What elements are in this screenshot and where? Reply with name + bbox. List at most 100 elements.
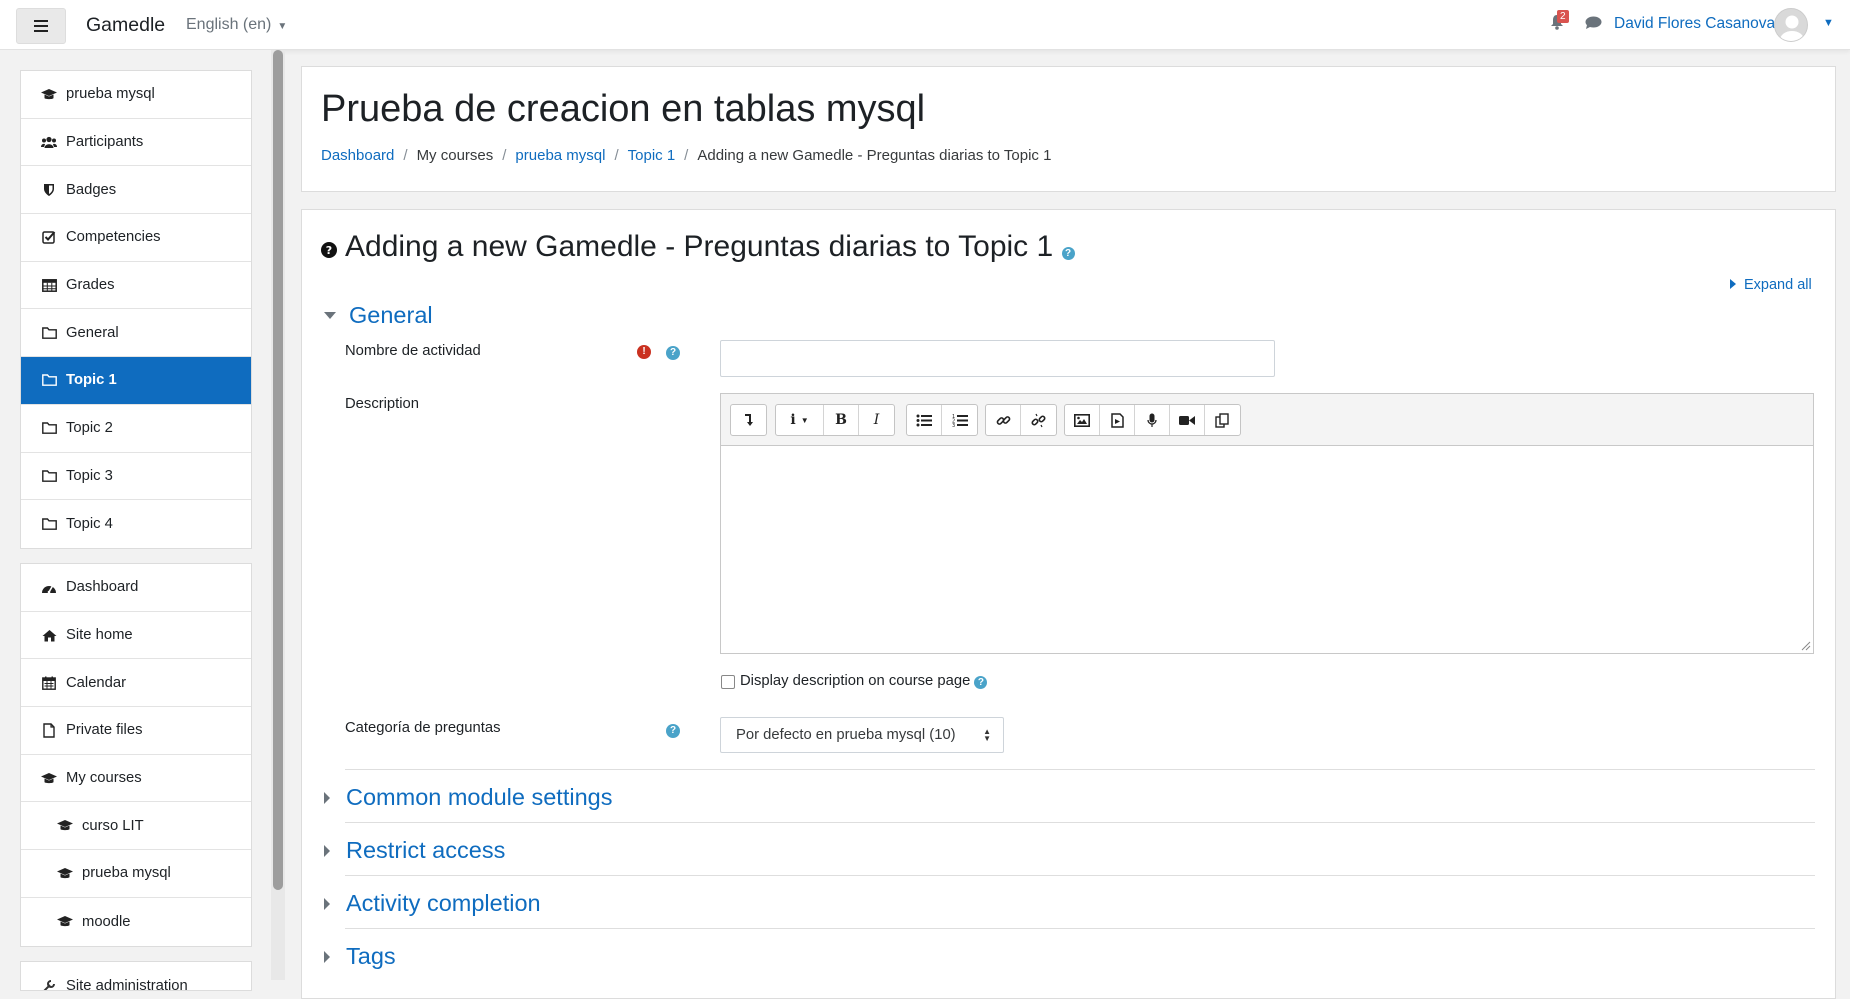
section-divider bbox=[345, 769, 1815, 770]
folder-icon bbox=[41, 468, 57, 484]
category-select[interactable]: Por defecto en prueba mysql (10) ▲ ▼ bbox=[720, 717, 1004, 753]
sidebar-item-label: prueba mysql bbox=[82, 865, 171, 882]
sidebar-item-competencies[interactable]: Competencies bbox=[21, 214, 251, 262]
section-restrict-access-toggle[interactable]: Restrict access bbox=[324, 837, 505, 864]
sidebar-item-moodle[interactable]: moodle bbox=[21, 898, 251, 946]
expand-all-link[interactable]: Expand all bbox=[1730, 277, 1812, 293]
unlink-icon bbox=[1031, 413, 1046, 427]
sidebar-item-calendar[interactable]: Calendar bbox=[21, 659, 251, 708]
chevron-down-icon: ▼ bbox=[800, 415, 809, 425]
sidebar-item-label: Competencies bbox=[66, 229, 161, 246]
user-name-link[interactable]: David Flores Casanova bbox=[1614, 15, 1775, 33]
language-menu[interactable]: English (en) ▼ bbox=[186, 16, 287, 34]
editor-toolbar: i ▼ B I 123 bbox=[721, 394, 1813, 446]
admin-nav-block: Site administration bbox=[20, 961, 252, 991]
sidebar-item-badges[interactable]: Badges bbox=[21, 166, 251, 215]
sidebar-item-grades[interactable]: Grades bbox=[21, 262, 251, 310]
sidebar-item-topic-1[interactable]: Topic 1 bbox=[21, 357, 251, 405]
section-common-module-settings-toggle[interactable]: Common module settings bbox=[324, 784, 612, 811]
sidebar-item-label: Badges bbox=[66, 181, 117, 198]
sidebar-item-private-files[interactable]: Private files bbox=[21, 707, 251, 755]
display-description-checkbox[interactable] bbox=[721, 675, 735, 689]
activity-name-input[interactable] bbox=[720, 340, 1275, 377]
form-heading-text: Adding a new Gamedle - Preguntas diarias… bbox=[345, 230, 1054, 263]
breadcrumb-my-courses: My courses bbox=[416, 147, 494, 164]
svg-text:3: 3 bbox=[952, 423, 955, 427]
breadcrumb-separator: / bbox=[403, 147, 408, 164]
sidebar-item-topic-3[interactable]: Topic 3 bbox=[21, 453, 251, 501]
section-title: General bbox=[349, 302, 433, 328]
sidebar-item-prueba-mysql[interactable]: prueba mysql bbox=[21, 71, 251, 119]
link-icon bbox=[996, 415, 1010, 425]
sidebar-item-prueba-mysql[interactable]: prueba mysql bbox=[21, 850, 251, 898]
toolbar-group-media bbox=[1064, 404, 1241, 436]
sidebar-item-label: Dashboard bbox=[66, 579, 139, 596]
section-divider bbox=[345, 928, 1815, 929]
insert-image-button[interactable] bbox=[1065, 405, 1100, 435]
unlink-button[interactable] bbox=[1021, 405, 1056, 435]
section-activity-completion-toggle[interactable]: Activity completion bbox=[324, 890, 541, 917]
manage-files-button[interactable] bbox=[1205, 405, 1240, 435]
chat-icon[interactable] bbox=[1585, 16, 1602, 30]
expand-all-label: Expand all bbox=[1744, 277, 1812, 293]
sidebar-item-label: Topic 2 bbox=[66, 420, 113, 437]
sidebar-item-label: prueba mysql bbox=[66, 86, 155, 103]
sidebar-item-topic-4[interactable]: Topic 4 bbox=[21, 500, 251, 548]
bold-icon: B bbox=[835, 412, 847, 428]
sidebar-item-site-administration[interactable]: Site administration bbox=[21, 962, 251, 990]
caret-right-icon bbox=[324, 897, 330, 910]
sidebar-item-my-courses[interactable]: My courses bbox=[21, 755, 251, 803]
sidebar-item-label: Participants bbox=[66, 134, 144, 151]
top-navbar: Gamedle English (en) ▼ 2 David Flores Cas… bbox=[0, 0, 1850, 50]
editor-content-area[interactable] bbox=[721, 447, 1813, 653]
graduation-cap-icon bbox=[41, 770, 57, 786]
hamburger-menu-button[interactable] bbox=[16, 8, 66, 44]
breadcrumb-dashboard[interactable]: Dashboard bbox=[321, 147, 394, 164]
ordered-list-button[interactable]: 123 bbox=[942, 405, 977, 435]
section-general-toggle[interactable]: General bbox=[324, 302, 433, 329]
italic-button[interactable]: I bbox=[859, 405, 894, 435]
svg-text:?: ? bbox=[326, 244, 332, 257]
sidebar-scrollbar-thumb[interactable] bbox=[273, 50, 283, 890]
breadcrumb-topic[interactable]: Topic 1 bbox=[628, 147, 676, 164]
user-menu-chevron-icon[interactable]: ▼ bbox=[1823, 17, 1834, 29]
toolbar-toggle-button[interactable] bbox=[731, 405, 766, 435]
question-circle-icon: ? bbox=[321, 242, 337, 258]
description-label: Description bbox=[345, 396, 420, 412]
sidebar-item-site-home[interactable]: Site home bbox=[21, 612, 251, 660]
link-button[interactable] bbox=[986, 405, 1021, 435]
graduation-cap-icon bbox=[57, 914, 73, 930]
sidebar-item-curso-lit[interactable]: curso LIT bbox=[21, 802, 251, 851]
caret-right-icon bbox=[324, 791, 330, 804]
image-icon bbox=[1074, 413, 1090, 427]
sidebar-item-dashboard[interactable]: Dashboard bbox=[21, 564, 251, 612]
users-icon bbox=[41, 134, 57, 150]
insert-media-button[interactable] bbox=[1100, 405, 1135, 435]
site-brand[interactable]: Gamedle bbox=[86, 14, 165, 37]
page-title: Prueba de creacion en tablas mysql bbox=[321, 88, 926, 130]
avatar[interactable] bbox=[1774, 8, 1808, 42]
help-icon[interactable]: ? bbox=[1061, 247, 1075, 260]
section-title: Common module settings bbox=[346, 784, 613, 810]
paragraph-styles-button[interactable]: i ▼ bbox=[776, 405, 824, 435]
home-icon bbox=[41, 627, 57, 643]
section-divider bbox=[345, 822, 1815, 823]
help-icon[interactable]: ? bbox=[666, 724, 680, 738]
help-icon[interactable]: ? bbox=[666, 346, 680, 360]
bold-button[interactable]: B bbox=[824, 405, 859, 435]
sidebar-item-label: moodle bbox=[82, 913, 131, 930]
sidebar-item-participants[interactable]: Participants bbox=[21, 119, 251, 167]
sidebar-item-label: My courses bbox=[66, 770, 142, 787]
breadcrumb-course[interactable]: prueba mysql bbox=[515, 147, 605, 164]
unordered-list-button[interactable] bbox=[907, 405, 942, 435]
record-video-button[interactable] bbox=[1170, 405, 1205, 435]
record-audio-button[interactable] bbox=[1135, 405, 1170, 435]
files-icon bbox=[1215, 412, 1229, 428]
description-editor[interactable]: i ▼ B I 123 bbox=[720, 393, 1814, 654]
sidebar-item-general[interactable]: General bbox=[21, 309, 251, 358]
help-icon[interactable]: ? bbox=[974, 676, 988, 689]
sidebar-item-topic-2[interactable]: Topic 2 bbox=[21, 405, 251, 453]
breadcrumb-separator: / bbox=[614, 147, 619, 164]
resize-handle-icon[interactable] bbox=[1799, 639, 1811, 651]
section-tags-toggle[interactable]: Tags bbox=[324, 943, 396, 970]
